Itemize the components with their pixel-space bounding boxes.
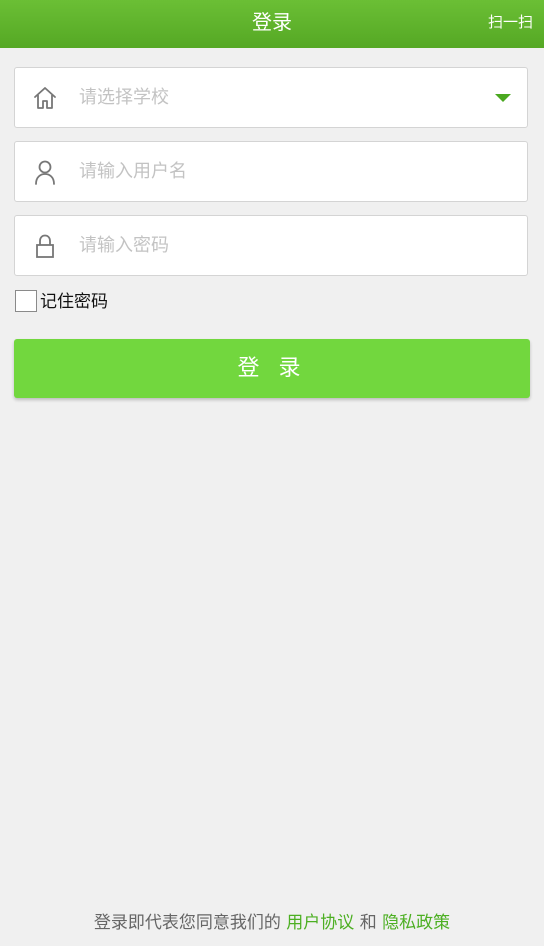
password-field[interactable]: 请输入密码 xyxy=(14,215,528,276)
user-agreement-link[interactable]: 用户协议 xyxy=(286,913,354,933)
app-header: 登录 扫一扫 xyxy=(0,0,544,48)
page-title: 登录 xyxy=(252,10,292,34)
lock-icon xyxy=(36,234,54,258)
agreement-prefix: 登录即代表您同意我们的 xyxy=(93,913,281,933)
remember-label[interactable]: 记住密码 xyxy=(40,290,108,314)
remember-checkbox[interactable] xyxy=(15,290,37,312)
school-select[interactable]: 请选择学校 xyxy=(14,67,528,128)
username-placeholder: 请输入用户名 xyxy=(79,161,187,182)
password-placeholder: 请输入密码 xyxy=(79,235,169,256)
agreement-and: 和 xyxy=(359,913,377,933)
school-placeholder: 请选择学校 xyxy=(79,87,169,108)
scan-button[interactable]: 扫一扫 xyxy=(488,0,533,44)
agreement-footer: 登录即代表您同意我们的 用户协议 和 隐私政策 xyxy=(0,910,544,936)
chevron-down-icon[interactable] xyxy=(495,94,511,102)
privacy-policy-link[interactable]: 隐私政策 xyxy=(382,913,450,933)
username-field[interactable]: 请输入用户名 xyxy=(14,141,528,202)
login-button[interactable]: 登 录 xyxy=(14,339,530,398)
home-icon xyxy=(34,87,56,109)
user-icon xyxy=(35,160,55,185)
